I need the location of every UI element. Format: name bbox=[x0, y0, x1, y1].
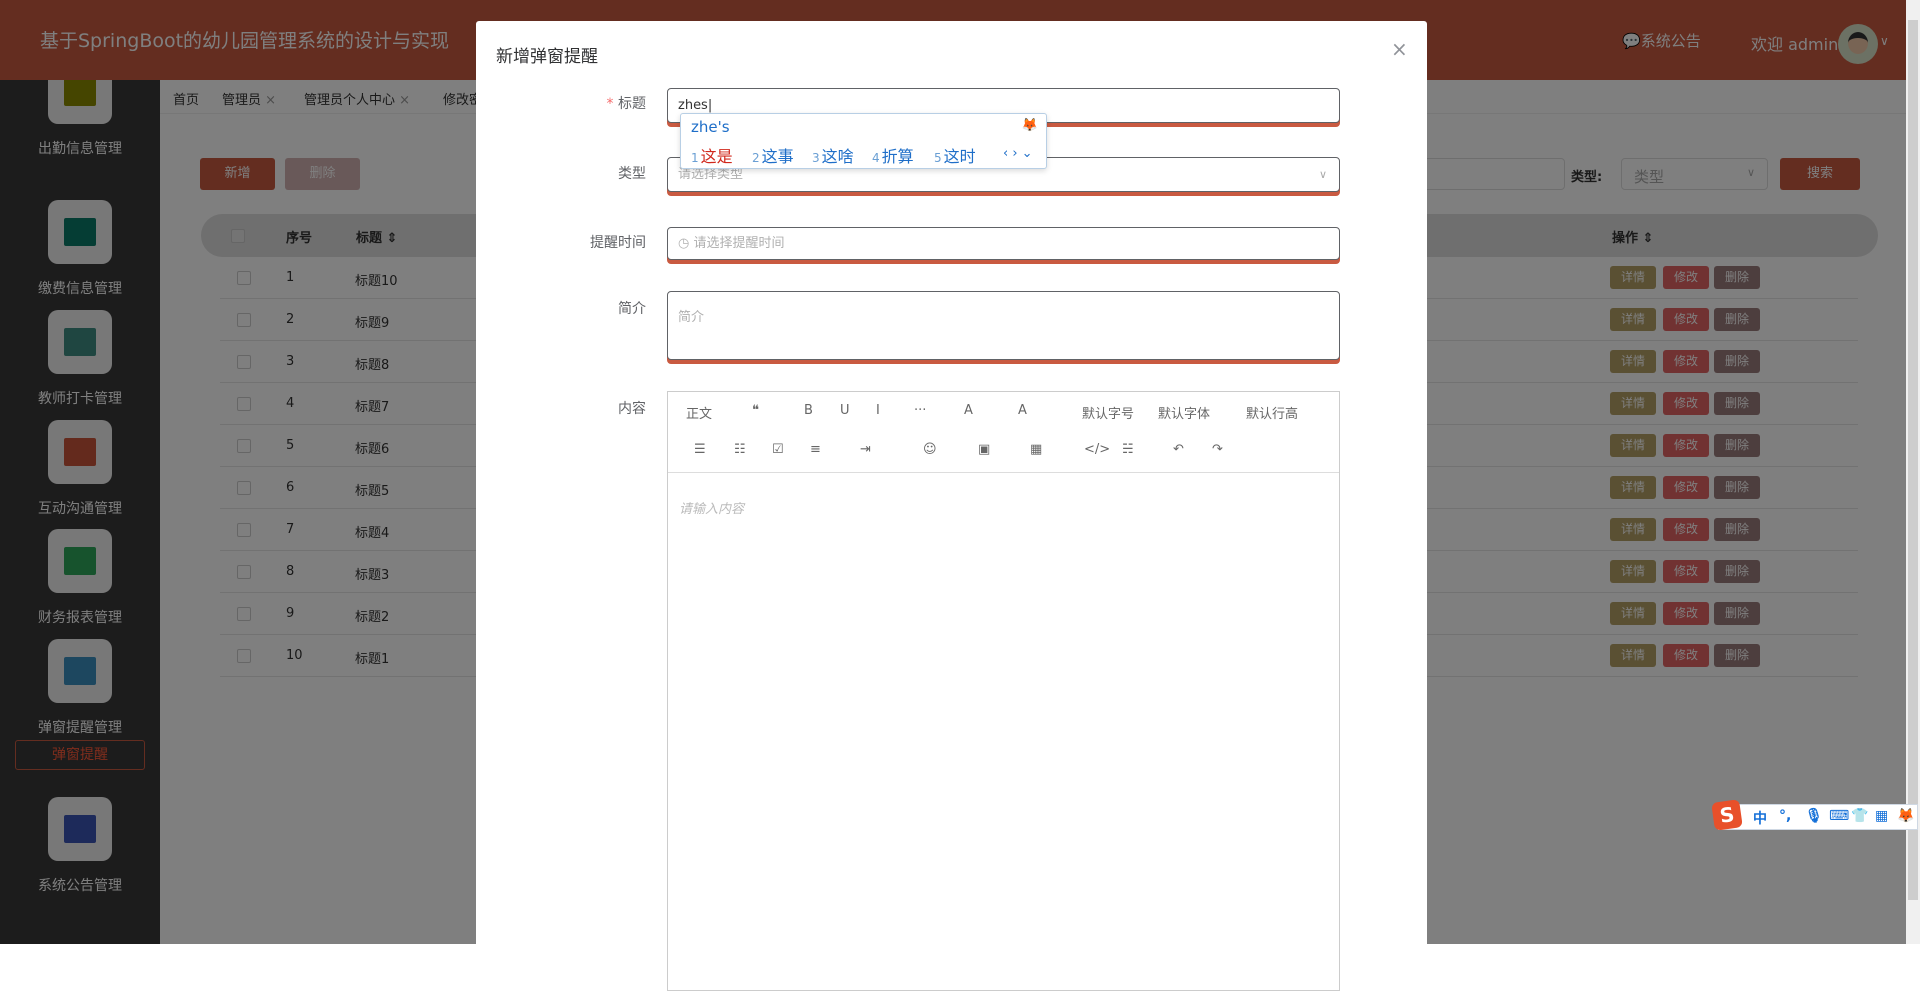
scrollbar[interactable] bbox=[1906, 0, 1920, 944]
clock-icon: ◷ bbox=[678, 236, 694, 251]
title-label-text: 标题 bbox=[618, 96, 646, 112]
microphone-icon[interactable]: 🎙 bbox=[1805, 808, 1823, 824]
font-family-tool[interactable]: 默认字体 bbox=[1158, 403, 1210, 422]
align-icon[interactable]: ≡ bbox=[810, 442, 821, 457]
line-height-tool[interactable]: 默认行高 bbox=[1246, 403, 1298, 422]
bold-tool[interactable]: B bbox=[804, 403, 813, 418]
intro-placeholder: 简介 bbox=[678, 310, 705, 325]
indent-icon[interactable]: ⇥ bbox=[860, 442, 871, 457]
content-label: 内容 bbox=[618, 401, 646, 417]
bullet-list-icon[interactable]: ☰ bbox=[694, 442, 706, 457]
ime-candidate[interactable]: 2 这事 bbox=[752, 143, 794, 167]
image-icon[interactable]: ▣ bbox=[978, 442, 990, 457]
emoji-icon[interactable]: ☺ bbox=[923, 442, 937, 457]
rich-text-editor: 正文 ❝ B U I ··· A A 默认字号 默认字体 默认行高 ☰ ☷ ☑ ≡ ⇥ ☺ ▣ ▦ </> ☵ ↶ ↷ 请… bbox=[667, 391, 1340, 991]
punctuation-toggle[interactable]: °, bbox=[1779, 808, 1791, 824]
sogou-logo-icon: S bbox=[1711, 799, 1743, 831]
skin-icon[interactable]: 👕 bbox=[1851, 808, 1868, 824]
candidate-number: 2 bbox=[752, 151, 760, 165]
ime-candidate[interactable]: 3 这啥 bbox=[812, 143, 854, 167]
ime-candidate[interactable]: 4 折算 bbox=[872, 143, 914, 167]
quote-tool[interactable]: ❝ bbox=[752, 403, 759, 418]
font-size-tool[interactable]: 默认字号 bbox=[1082, 403, 1134, 422]
candidate-number: 4 bbox=[872, 151, 880, 165]
time-placeholder: 请选择提醒时间 bbox=[693, 236, 785, 251]
candidate-text: 这时 bbox=[943, 147, 976, 166]
type-placeholder: 请选择类型 bbox=[678, 167, 744, 182]
paragraph-tool[interactable]: 正文 bbox=[686, 403, 712, 422]
bg-color-tool[interactable]: A bbox=[1018, 403, 1027, 418]
candidate-number: 5 bbox=[934, 151, 942, 165]
candidate-number: 3 bbox=[812, 151, 820, 165]
keyboard-icon[interactable]: ⌨ bbox=[1829, 808, 1849, 824]
divider-icon[interactable]: ☵ bbox=[1122, 442, 1134, 457]
intro-label: 简介 bbox=[618, 301, 646, 317]
ime-candidate[interactable]: 5 这时 bbox=[934, 143, 976, 167]
mascot-icon[interactable]: 🦊 bbox=[1897, 808, 1914, 824]
ime-composition: zhe's bbox=[691, 118, 730, 136]
sogou-ime-toolbar: S 中 °, 🎙 ⌨ 👕 ▦ 🦊 bbox=[1711, 799, 1918, 831]
italic-tool[interactable]: I bbox=[876, 403, 880, 418]
ime-candidate[interactable]: 1 这是 bbox=[691, 143, 733, 167]
title-input-value: zhes bbox=[678, 98, 708, 113]
sogou-mascot-icon: 🦊 bbox=[1021, 118, 1038, 133]
todo-icon[interactable]: ☑ bbox=[772, 442, 784, 457]
editor-placeholder[interactable]: 请输入内容 bbox=[679, 498, 744, 517]
font-color-tool[interactable]: A bbox=[964, 403, 973, 418]
candidate-text: 这啥 bbox=[821, 147, 854, 166]
toolbox-icon[interactable]: ▦ bbox=[1875, 808, 1888, 824]
chevron-down-icon: ∨ bbox=[1318, 168, 1327, 181]
dialog-title: 新增弹窗提醒 bbox=[496, 47, 598, 67]
candidate-number: 1 bbox=[691, 151, 699, 165]
code-icon[interactable]: </> bbox=[1084, 442, 1110, 457]
title-label: * 标题 bbox=[606, 96, 646, 112]
ime-candidate-popup: zhe's 🦊 1 这是 2 这事 3 这啥 4 折算 5 这时 ‹ › ⌄ bbox=[680, 113, 1047, 169]
underline-tool[interactable]: U bbox=[840, 403, 850, 418]
time-label: 提醒时间 bbox=[590, 235, 646, 251]
ordered-list-icon[interactable]: ☷ bbox=[734, 442, 746, 457]
reminder-time-picker[interactable]: ◷ 请选择提醒时间 bbox=[667, 227, 1340, 260]
candidate-text: 折算 bbox=[881, 147, 914, 166]
ime-page-icons[interactable]: ‹ › ⌄ bbox=[1003, 146, 1033, 161]
table-icon[interactable]: ▦ bbox=[1030, 442, 1042, 457]
redo-icon[interactable]: ↷ bbox=[1212, 442, 1223, 457]
more-tool[interactable]: ··· bbox=[914, 403, 926, 418]
intro-textarea[interactable]: 简介 bbox=[667, 291, 1340, 360]
candidate-text: 这事 bbox=[761, 147, 794, 166]
close-icon[interactable]: × bbox=[1391, 37, 1408, 61]
undo-icon[interactable]: ↶ bbox=[1173, 442, 1184, 457]
type-field-label: 类型 bbox=[618, 166, 646, 182]
candidate-text: 这是 bbox=[700, 147, 733, 166]
ime-mode-toggle[interactable]: 中 bbox=[1753, 808, 1767, 828]
